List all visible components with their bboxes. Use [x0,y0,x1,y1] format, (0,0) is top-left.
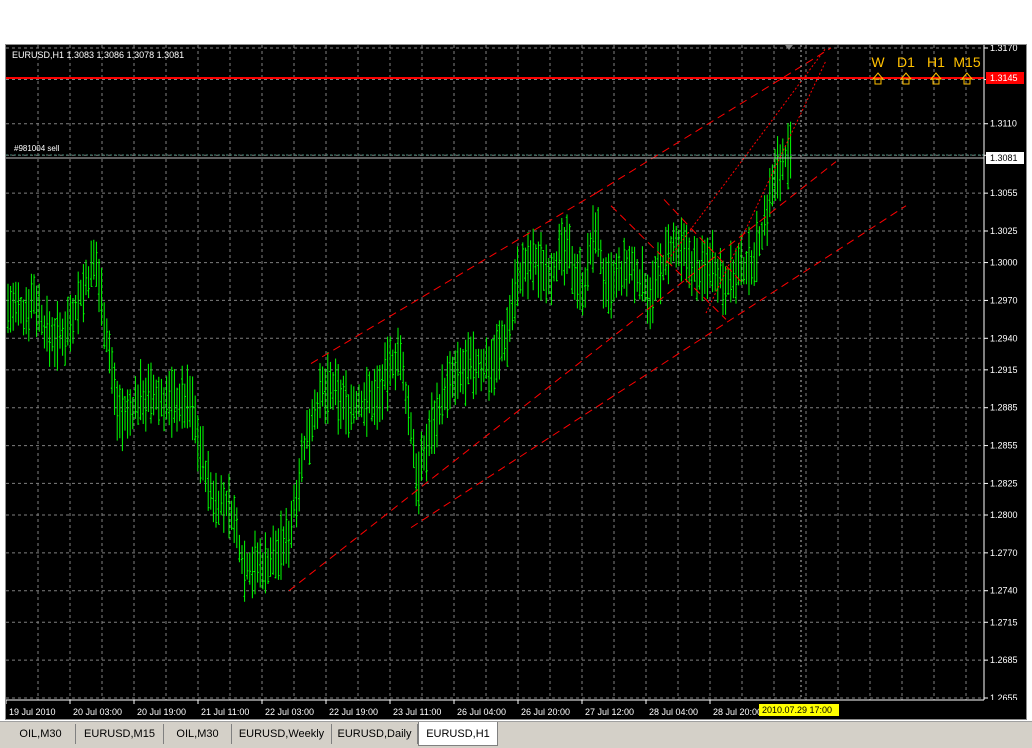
time-tick-label: 28 Jul 04:00 [649,707,698,717]
chart-tab-eurusd-daily[interactable]: EURUSD,Daily [332,724,418,744]
price-tick-label: 1.3170 [990,45,1018,53]
chart-tab-eurusd-h1[interactable]: EURUSD,H1 [418,722,498,746]
price-tick-label: 1.2770 [990,548,1018,558]
current-price-label: 1.3081 [990,153,1018,163]
price-tick-label: 1.2855 [990,441,1018,451]
red-level-price-label: 1.3145 [990,73,1018,83]
timeframe-marker-h1: H1 [927,54,945,70]
price-tick-label: 1.2715 [990,617,1018,627]
chart-window[interactable]: EURUSD,H1 1.3083 1.3086 1.3078 1.3081 #9… [5,44,1027,720]
time-tick-label: 20 Jul 03:00 [73,707,122,717]
price-tick-label: 1.2940 [990,333,1018,343]
time-tick-label: 22 Jul 19:00 [329,707,378,717]
price-tick-label: 1.2685 [990,655,1018,665]
price-tick-label: 1.2885 [990,403,1018,413]
crosshair-time-label: 2010.07.29 17:00 [762,705,832,715]
price-tick-label: 1.3025 [990,226,1018,236]
price-tick-label: 1.3000 [990,258,1018,268]
time-tick-label: 26 Jul 20:00 [521,707,570,717]
symbol-header: EURUSD,H1 1.3083 1.3086 1.3078 1.3081 [12,50,184,60]
time-tick-label: 19 Jul 2010 [9,707,56,717]
price-tick-label: 1.2800 [990,510,1018,520]
price-tick-label: 1.2740 [990,586,1018,596]
chart-tab-eurusd-m15[interactable]: EURUSD,M15 [76,724,164,744]
timeframe-marker-w: W [871,54,885,70]
price-tick-label: 1.2970 [990,295,1018,305]
chart-tabs-bar: OIL,M30 EURUSD,M15 OIL,M30 EURUSD,Weekly EUR… [0,721,1032,748]
chart-tab-oil-m30[interactable]: OIL,M30 [6,724,76,744]
time-tick-label: 23 Jul 11:00 [393,707,441,717]
order-label: #981004 sell [14,144,60,153]
price-tick-label: 1.2915 [990,365,1018,375]
chart-tab-oil-m30[interactable]: OIL,M30 [164,724,232,744]
price-tick-label: 1.2825 [990,478,1018,488]
time-tick-label: 27 Jul 12:00 [585,707,634,717]
time-tick-label: 20 Jul 19:00 [137,707,186,717]
time-tick-label: 28 Jul 20:00 [713,707,762,717]
time-tick-label: 21 Jul 11:00 [201,707,249,717]
price-tick-label: 1.3055 [990,188,1018,198]
chart-tab-eurusd-weekly[interactable]: EURUSD,Weekly [232,724,332,744]
time-tick-label: 26 Jul 04:00 [457,707,506,717]
timeframe-marker-m15: M15 [953,54,980,70]
price-chart[interactable]: EURUSD,H1 1.3083 1.3086 1.3078 1.3081 #9… [6,45,1026,719]
time-tick-label: 22 Jul 03:00 [265,707,314,717]
price-tick-label: 1.3110 [990,119,1017,129]
timeframe-marker-d1: D1 [897,54,915,70]
